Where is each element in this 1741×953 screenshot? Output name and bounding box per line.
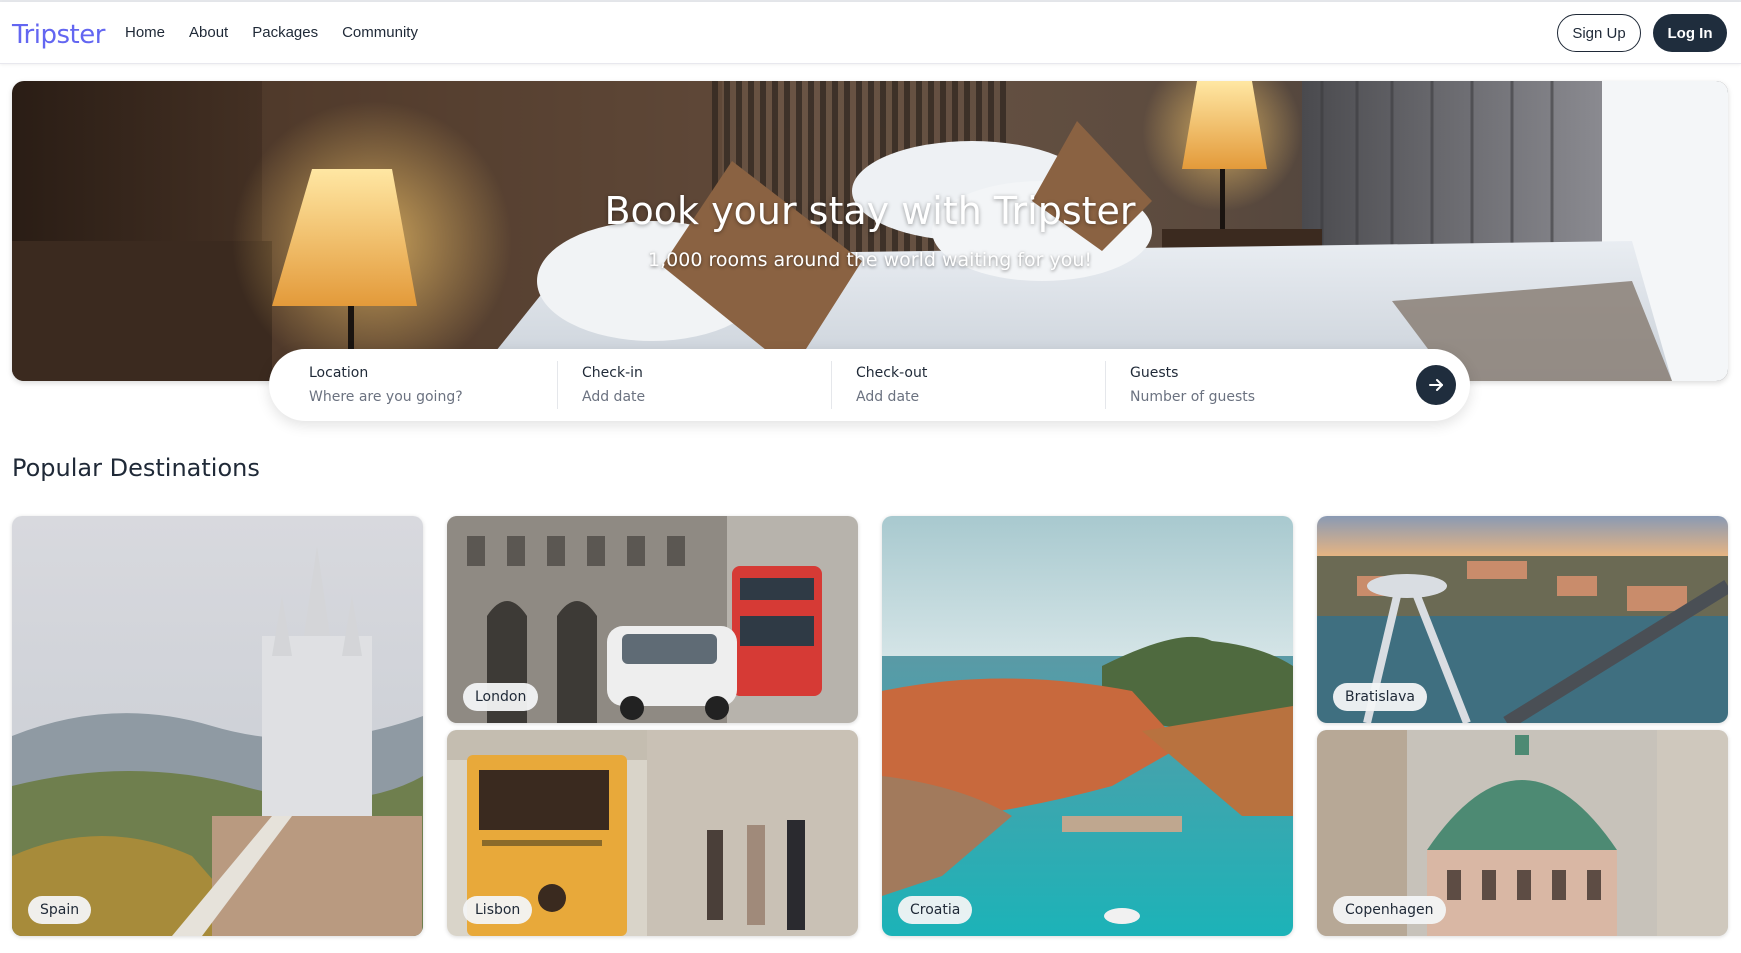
arrow-right-icon <box>1429 379 1443 391</box>
destination-card-lisbon[interactable]: Lisbon <box>447 730 858 936</box>
spain-image <box>12 516 423 936</box>
logo[interactable]: Tripster <box>12 20 105 50</box>
destination-label: Lisbon <box>463 896 533 924</box>
nav-link-home[interactable]: Home <box>125 24 165 41</box>
checkout-input[interactable] <box>856 389 1086 405</box>
destination-card-spain[interactable]: Spain <box>12 516 423 936</box>
checkin-label: Check-in <box>582 365 643 381</box>
divider <box>557 361 558 409</box>
croatia-image <box>882 516 1293 936</box>
divider <box>831 361 832 409</box>
divider <box>1105 361 1106 409</box>
nav-link-community[interactable]: Community <box>342 24 418 41</box>
location-label: Location <box>309 365 369 381</box>
destination-label: Copenhagen <box>1333 896 1446 924</box>
hero-title: Book your stay with Tripster <box>604 189 1136 233</box>
checkin-input[interactable] <box>582 389 812 405</box>
destination-card-london[interactable]: London <box>447 516 858 723</box>
nav-link-packages[interactable]: Packages <box>252 24 318 41</box>
destination-label: London <box>463 683 539 711</box>
location-input[interactable] <box>309 389 539 405</box>
destination-label: Croatia <box>898 896 973 924</box>
destination-card-croatia[interactable]: Croatia <box>882 516 1293 936</box>
checkout-field[interactable]: Check-out <box>856 361 1096 409</box>
destination-label: Spain <box>28 896 92 924</box>
nav-links: Home About Packages Community <box>125 24 418 41</box>
guests-label: Guests <box>1130 365 1179 381</box>
log-in-button[interactable]: Log In <box>1653 14 1727 52</box>
navbar: Tripster Home About Packages Community S… <box>0 2 1741 64</box>
hero-banner: Book your stay with Tripster 1,000 rooms… <box>12 81 1728 381</box>
sign-up-button[interactable]: Sign Up <box>1557 14 1641 52</box>
destination-card-copenhagen[interactable]: Copenhagen <box>1317 730 1728 936</box>
location-field[interactable]: Location <box>309 361 549 409</box>
search-submit-button[interactable] <box>1416 365 1456 405</box>
destination-label: Bratislava <box>1333 683 1427 711</box>
nav-link-about[interactable]: About <box>189 24 228 41</box>
hero-subtitle: 1,000 rooms around the world waiting for… <box>648 249 1092 271</box>
checkin-field[interactable]: Check-in <box>582 361 822 409</box>
guests-input[interactable] <box>1130 389 1360 405</box>
checkout-label: Check-out <box>856 365 928 381</box>
guests-field[interactable]: Guests <box>1130 361 1370 409</box>
destination-card-bratislava[interactable]: Bratislava <box>1317 516 1728 723</box>
popular-destinations-title: Popular Destinations <box>12 454 260 482</box>
search-bar: Location Check-in Check-out Guests <box>269 349 1470 421</box>
